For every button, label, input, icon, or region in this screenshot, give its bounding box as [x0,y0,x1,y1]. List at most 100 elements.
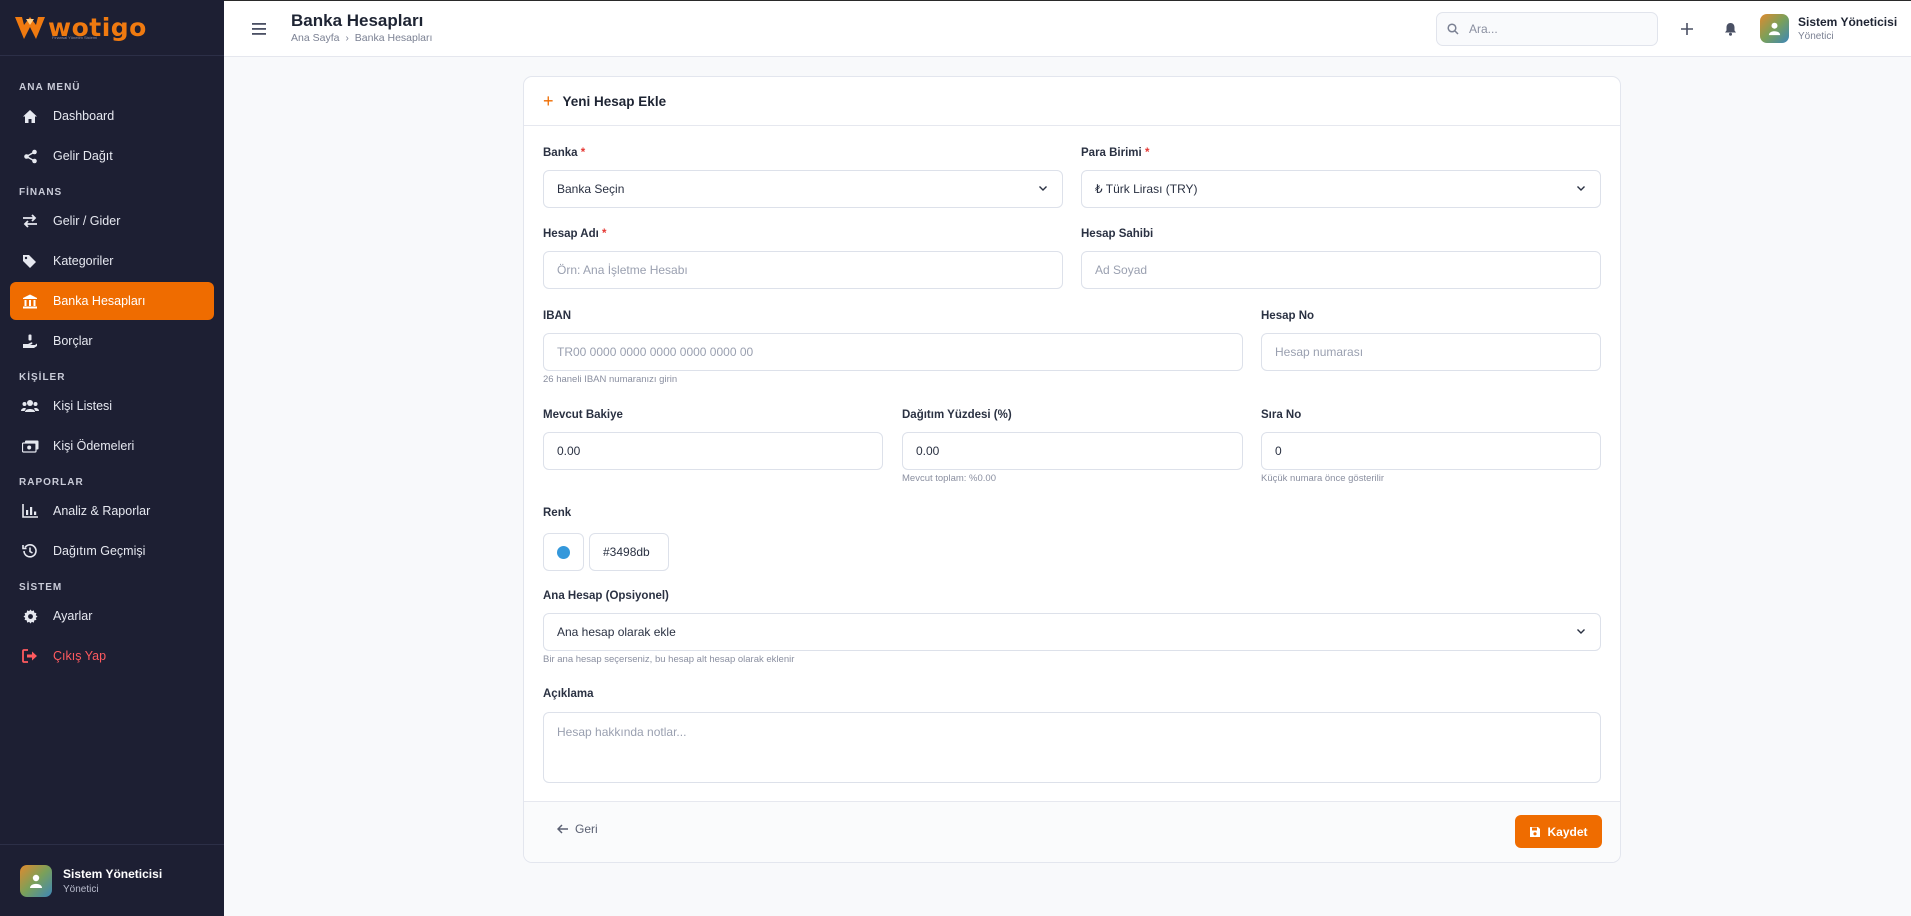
card-title: Yeni Hesap Ekle [562,93,667,109]
sidebar-item-label: Borçlar [53,334,93,348]
balance-label: Mevcut Bakiye [543,409,623,421]
account-name-input[interactable]: Örn: Ana İşletme Hesabı [543,251,1063,289]
sidebar-item-label: Dashboard [53,109,115,123]
header-user-name: Sistem Yöneticisi [1798,15,1898,29]
sidebar-item-borclar[interactable]: Borçlar [10,322,214,360]
chevron-down-icon [1577,186,1585,191]
distribution-hint: Mevcut toplam: %0.00 [902,473,996,484]
sidebar-item-banka-hesaplari[interactable]: Banka Hesapları [10,282,214,320]
nav-section-title: KİŞİLER [19,372,66,383]
add-button[interactable] [1675,17,1699,41]
balance-input[interactable]: 0.00 [543,432,883,470]
chevron-down-icon [1577,629,1585,634]
sidebar-item-label: Analiz & Raporlar [53,504,151,518]
hand-holding-icon [21,332,39,350]
sidebar-item-label: Gelir Dağıt [53,149,113,163]
new-account-form-card: + Yeni Hesap Ekle Banka * Banka Seçin Pa… [523,76,1621,863]
menu-toggle-button[interactable] [247,17,271,41]
page-title: Banka Hesapları [291,11,424,30]
gear-icon [21,607,39,625]
sidebar-item-dagitim-gecmisi[interactable]: Dağıtım Geçmişi [10,532,214,570]
header-user-menu[interactable]: Sistem Yöneticisi Yönetici [1760,14,1897,43]
sidebar-item-dashboard[interactable]: Dashboard [10,97,214,135]
back-button[interactable]: Geri [557,822,598,836]
sidebar-item-analiz-raporlar[interactable]: Analiz & Raporlar [10,492,214,530]
color-picker-button[interactable] [543,533,584,571]
sidebar-nav: ANA MENÜ Dashboard Gelir Dağıt FİNANS Ge… [0,56,224,675]
brand-tagline: Finansal Yönetim Sistemi [52,35,98,40]
account-holder-input[interactable]: Ad Soyad [1081,251,1601,289]
iban-input[interactable]: TR00 0000 0000 0000 0000 0000 00 [543,333,1243,371]
breadcrumb-home-link[interactable]: Ana Sayfa [291,32,339,44]
user-icon [30,874,42,888]
exchange-icon [21,212,39,230]
sidebar-user[interactable]: Sistem Yöneticisi Yönetici [0,844,224,916]
card-header: + Yeni Hesap Ekle [524,77,1620,126]
avatar [1760,14,1789,43]
chart-icon [21,502,39,520]
parent-account-hint: Bir ana hesap seçerseniz, bu hesap alt h… [543,654,795,665]
sidebar-item-ayarlar[interactable]: Ayarlar [10,597,214,635]
user-icon [1768,22,1781,36]
currency-select[interactable]: ₺ Türk Lirası (TRY) [1081,170,1601,208]
sidebar-item-label: Çıkış Yap [53,649,107,663]
color-label: Renk [543,507,572,519]
chevron-right-icon: › [345,32,349,44]
money-icon [21,437,39,455]
required-mark: * [602,228,607,240]
account-name-label: Hesap Adı * [543,228,607,240]
bank-select[interactable]: Banka Seçin [543,170,1063,208]
currency-select-value: ₺ Türk Lirası (TRY) [1095,182,1198,196]
notifications-button[interactable] [1718,17,1742,41]
distribution-label: Dağıtım Yüzdesi (%) [902,409,1012,421]
color-hex-input[interactable]: #3498db [589,533,669,571]
header-user-role: Yönetici [1798,31,1834,42]
description-textarea[interactable]: Hesap hakkında notlar... [543,712,1601,783]
sidebar-item-kisi-odemeleri[interactable]: Kişi Ödemeleri [10,427,214,465]
history-icon [21,542,39,560]
sidebar-user-role: Yönetici [63,883,99,895]
search-box [1436,12,1658,46]
account-no-input[interactable]: Hesap numarası [1261,333,1601,371]
save-button[interactable]: Kaydet [1515,815,1602,848]
bank-icon [21,292,39,310]
arrow-left-icon [557,824,568,834]
tags-icon [21,252,39,270]
bank-label-text: Banka [543,147,578,159]
parent-account-label: Ana Hesap (Opsiyonel) [543,590,669,602]
parent-account-select[interactable]: Ana hesap olarak ekle [543,613,1601,651]
nav-section-title: SİSTEM [19,582,63,593]
bank-select-value: Banka Seçin [557,182,625,196]
logout-icon [21,647,39,665]
floppy-disk-icon [1530,826,1541,837]
sidebar-item-kategoriler[interactable]: Kategoriler [10,242,214,280]
users-icon [21,397,39,415]
brand-logo[interactable]: wotigo Finansal Yönetim Sistemi [0,0,224,56]
hamburger-icon [252,23,266,35]
account-holder-label: Hesap Sahibi [1081,228,1154,240]
sidebar-item-label: Kişi Ödemeleri [53,439,135,453]
sidebar-item-label: Gelir / Gider [53,214,121,228]
search-input[interactable] [1469,22,1639,36]
share-icon [21,147,39,165]
required-mark: * [580,147,586,159]
currency-label-text: Para Birimi [1081,147,1142,159]
nav-section-title: ANA MENÜ [19,82,81,93]
sidebar-item-cikis-yap[interactable]: Çıkış Yap [10,637,214,675]
plus-icon: + [543,91,554,111]
bell-icon [1724,23,1736,36]
color-swatch [557,545,570,559]
distribution-input[interactable]: 0.00 [902,432,1243,470]
home-icon [21,107,39,125]
account-name-label-text: Hesap Adı [543,228,599,240]
sidebar: wotigo Finansal Yönetim Sistemi ANA MENÜ… [0,0,224,916]
sidebar-item-gelir-dagit[interactable]: Gelir Dağıt [10,137,214,175]
sidebar-item-gelir-gider[interactable]: Gelir / Gider [10,202,214,240]
back-button-label: Geri [575,822,598,836]
avatar [20,864,52,897]
order-input[interactable]: 0 [1261,432,1601,470]
sidebar-item-label: Dağıtım Geçmişi [53,544,146,558]
sidebar-item-kisi-listesi[interactable]: Kişi Listesi [10,387,214,425]
save-button-label: Kaydet [1547,824,1588,839]
card-footer: Geri Kaydet [524,801,1620,862]
